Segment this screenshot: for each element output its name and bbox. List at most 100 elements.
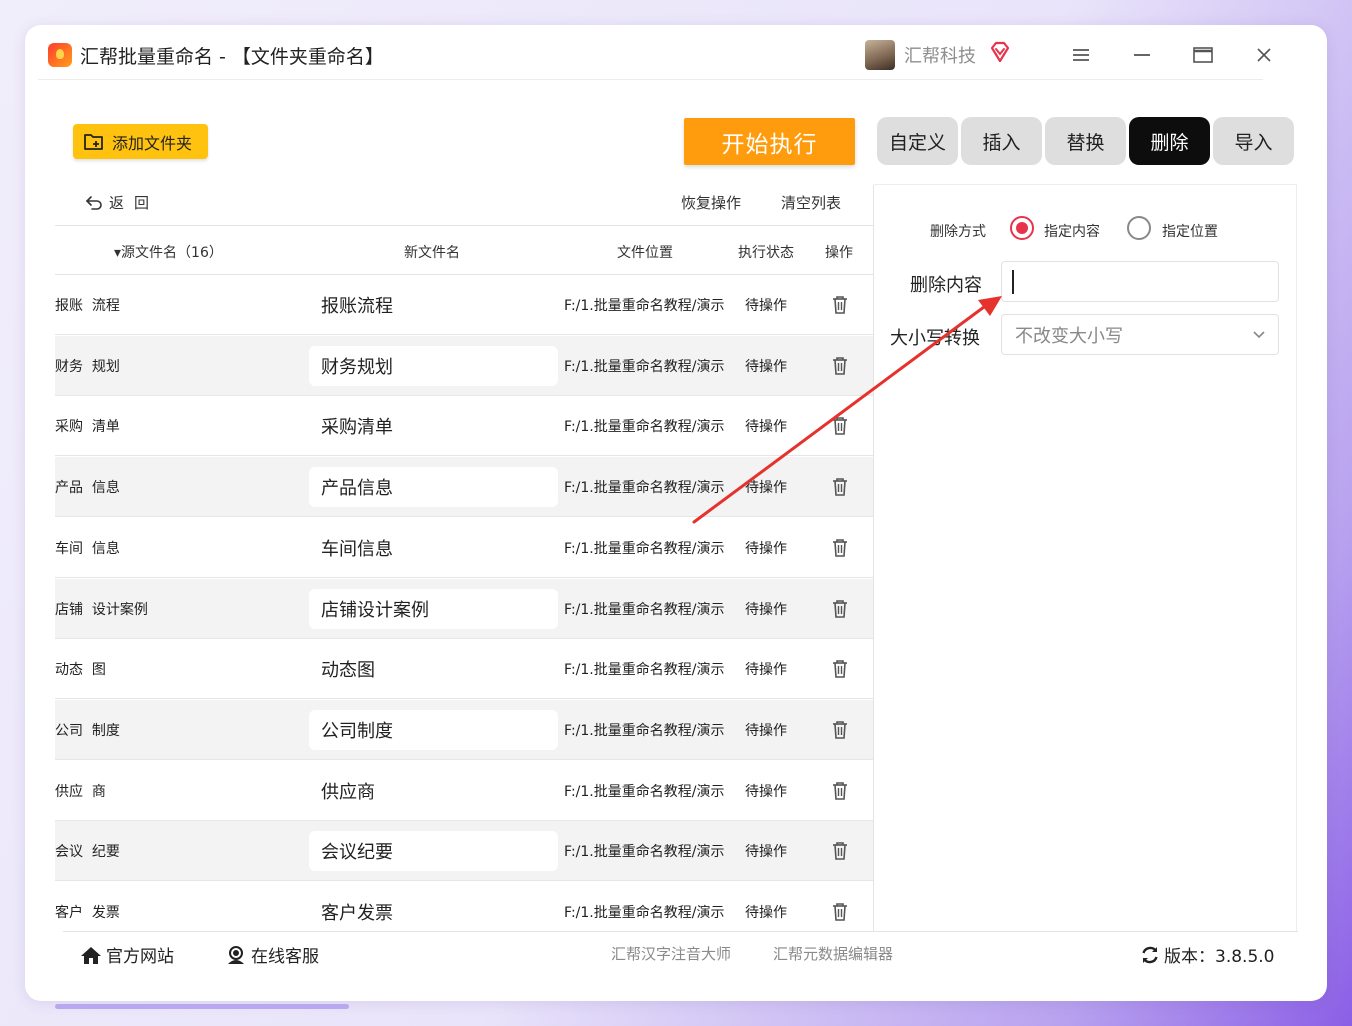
tab-import[interactable]: 导入 xyxy=(1213,117,1294,165)
footer-bar: 官方网站 在线客服 汇帮汉字注音大师 汇帮元数据编辑器 版本：3.8.5.0 xyxy=(63,931,1298,976)
row-status: 待操作 xyxy=(745,662,787,679)
close-button[interactable] xyxy=(1247,38,1281,72)
text-caret xyxy=(1012,270,1014,294)
row-new-name[interactable]: 报账流程 xyxy=(309,285,558,325)
row-new-name[interactable]: 产品信息 xyxy=(309,467,558,508)
version-info[interactable]: 版本：3.8.5.0 xyxy=(1140,942,1274,967)
row-source-name: 公司 制度 xyxy=(55,722,120,739)
radio-specified-content[interactable] xyxy=(1010,216,1034,240)
row-new-name[interactable]: 会议纪要 xyxy=(309,831,558,872)
restore-button[interactable]: 恢复操作 xyxy=(681,192,741,213)
delete-row-trash-icon[interactable] xyxy=(831,599,849,619)
brand-avatar[interactable] xyxy=(865,40,895,70)
delete-row-trash-icon[interactable] xyxy=(831,295,849,315)
delete-row-trash-icon[interactable] xyxy=(831,416,849,436)
table-row[interactable]: 财务 规划 财务规划 F:/1.批量重命名教程/演示 待操作 xyxy=(55,335,873,396)
row-new-name[interactable]: 公司制度 xyxy=(309,709,558,750)
official-website-label: 官方网站 xyxy=(106,947,174,967)
column-source-header[interactable]: ▾源文件名（16） xyxy=(114,242,223,262)
row-source-name: 车间 信息 xyxy=(55,540,120,557)
clear-list-button[interactable]: 清空列表 xyxy=(781,192,841,213)
table-row[interactable]: 供应 商 供应商 F:/1.批量重命名教程/演示 待操作 xyxy=(55,761,873,821)
chevron-down-icon xyxy=(1253,331,1265,339)
minimize-button[interactable] xyxy=(1125,38,1159,72)
tab-custom[interactable]: 自定义 xyxy=(877,117,958,165)
table-row[interactable]: 报账 流程 报账流程 F:/1.批量重命名教程/演示 待操作 xyxy=(55,275,873,335)
official-website-link[interactable]: 官方网站 xyxy=(80,942,174,967)
table-row[interactable]: 车间 信息 车间信息 F:/1.批量重命名教程/演示 待操作 xyxy=(55,518,873,578)
row-new-name[interactable]: 动态图 xyxy=(309,649,558,689)
file-list: 报账 流程 报账流程 F:/1.批量重命名教程/演示 待操作 财务 规划 财务规划 F:/1… xyxy=(55,275,873,931)
row-source-name: 会议 纪要 xyxy=(55,844,120,861)
tab-insert[interactable]: 插入 xyxy=(961,117,1042,165)
refresh-icon xyxy=(1142,946,1158,963)
table-row[interactable]: 客户 发票 客户发票 F:/1.批量重命名教程/演示 待操作 xyxy=(55,882,873,931)
case-conversion-select[interactable]: 不改变大小写 xyxy=(1001,314,1279,355)
row-file-location: F:/1.批量重命名教程/演示 xyxy=(564,844,725,861)
tab-delete[interactable]: 删除 xyxy=(1129,117,1210,165)
row-new-name[interactable]: 车间信息 xyxy=(309,528,558,568)
case-conversion-value: 不改变大小写 xyxy=(1015,325,1123,347)
table-row[interactable]: 店铺 设计案例 店铺设计案例 F:/1.批量重命名教程/演示 待操作 xyxy=(55,578,873,639)
back-label: 返回 xyxy=(109,194,160,212)
title-bar: 汇帮批量重命名 - 【文件夹重命名】 汇帮科技 xyxy=(38,28,1271,80)
start-button[interactable]: 开始执行 xyxy=(684,118,855,165)
row-status: 待操作 xyxy=(745,298,787,314)
delete-content-label: 删除内容 xyxy=(910,275,982,296)
radio-specified-content-label[interactable]: 指定内容 xyxy=(1044,221,1100,241)
vip-diamond-icon[interactable] xyxy=(988,40,1012,64)
back-button[interactable]: 返回 xyxy=(85,192,159,213)
delete-row-trash-icon[interactable] xyxy=(831,841,849,861)
delete-row-trash-icon[interactable] xyxy=(831,538,849,558)
brand-name[interactable]: 汇帮科技 xyxy=(904,42,976,68)
delete-content-input[interactable] xyxy=(1001,261,1279,302)
add-folder-button[interactable]: 添加文件夹 xyxy=(73,124,208,159)
row-new-name[interactable]: 客户发票 xyxy=(309,892,558,931)
row-file-location: F:/1.批量重命名教程/演示 xyxy=(564,662,725,679)
list-action-bar: 返回 恢复操作 清空列表 xyxy=(55,180,873,226)
delete-row-trash-icon[interactable] xyxy=(831,477,849,497)
metadata-editor-link[interactable]: 汇帮元数据编辑器 xyxy=(773,943,893,964)
panel-divider xyxy=(873,185,874,931)
back-arrow-icon xyxy=(85,195,102,210)
settings-panel-right-border xyxy=(1296,185,1297,931)
menu-icon[interactable] xyxy=(1064,38,1098,72)
version-label: 版本：3.8.5.0 xyxy=(1164,947,1275,967)
online-support-link[interactable]: 在线客服 xyxy=(225,942,319,967)
maximize-button[interactable] xyxy=(1186,38,1220,72)
column-location-header: 文件位置 xyxy=(617,245,673,261)
add-folder-label: 添加文件夹 xyxy=(112,133,193,153)
row-file-location: F:/1.批量重命名教程/演示 xyxy=(564,783,725,800)
pinyin-tool-link[interactable]: 汇帮汉字注音大师 xyxy=(611,943,731,964)
radio-specified-position-label[interactable]: 指定位置 xyxy=(1162,221,1218,241)
row-new-name[interactable]: 供应商 xyxy=(309,771,558,811)
delete-row-trash-icon[interactable] xyxy=(831,659,849,679)
row-file-location: F:/1.批量重命名教程/演示 xyxy=(564,298,725,314)
radio-specified-position[interactable] xyxy=(1127,216,1151,240)
table-row[interactable]: 采购 清单 采购清单 F:/1.批量重命名教程/演示 待操作 xyxy=(55,396,873,457)
table-row[interactable]: 动态 图 动态图 F:/1.批量重命名教程/演示 待操作 xyxy=(55,639,873,700)
table-row[interactable]: 公司 制度 公司制度 F:/1.批量重命名教程/演示 待操作 xyxy=(55,699,873,760)
delete-row-trash-icon[interactable] xyxy=(831,720,849,740)
row-new-name[interactable]: 财务规划 xyxy=(309,345,558,386)
tab-replace[interactable]: 替换 xyxy=(1045,117,1126,165)
delete-row-trash-icon[interactable] xyxy=(831,902,849,922)
column-new-name-header: 新文件名 xyxy=(404,245,460,261)
delete-row-trash-icon[interactable] xyxy=(831,356,849,376)
row-source-name: 报账 流程 xyxy=(55,298,120,314)
add-folder-icon xyxy=(84,133,103,150)
online-support-label: 在线客服 xyxy=(251,947,319,967)
row-new-name[interactable]: 采购清单 xyxy=(309,406,558,446)
table-row[interactable]: 产品 信息 产品信息 F:/1.批量重命名教程/演示 待操作 xyxy=(55,457,873,518)
row-new-name[interactable]: 店铺设计案例 xyxy=(309,588,558,629)
delete-row-trash-icon[interactable] xyxy=(831,781,849,801)
row-status: 待操作 xyxy=(745,601,787,618)
row-file-location: F:/1.批量重命名教程/演示 xyxy=(564,480,725,497)
row-file-location: F:/1.批量重命名教程/演示 xyxy=(564,419,725,436)
column-status-header: 执行状态 xyxy=(738,245,794,261)
table-row[interactable]: 会议 纪要 会议纪要 F:/1.批量重命名教程/演示 待操作 xyxy=(55,821,873,882)
row-status: 待操作 xyxy=(745,419,787,436)
settings-panel-top-border xyxy=(874,184,1297,185)
table-header: ▾源文件名（16） 新文件名 文件位置 执行状态 操作 xyxy=(55,227,873,275)
delete-mode-label: 删除方式 xyxy=(930,224,986,240)
